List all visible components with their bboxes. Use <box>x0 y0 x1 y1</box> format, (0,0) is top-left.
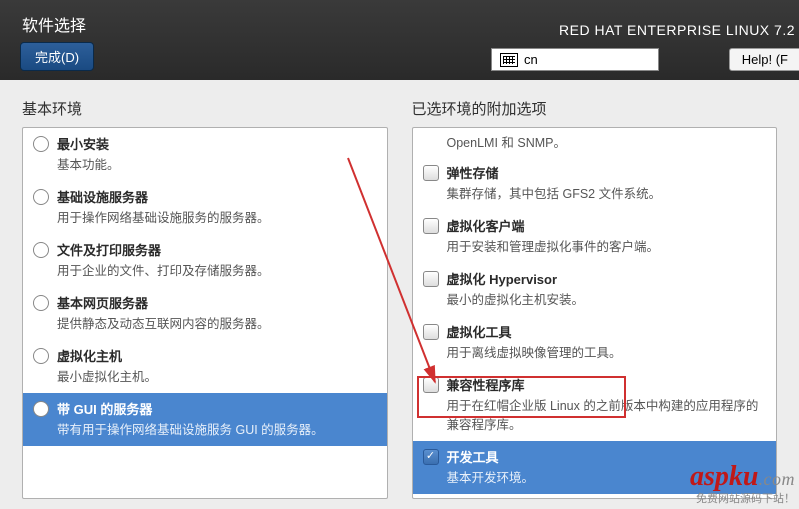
item-title: 基础设施服务器 <box>57 187 377 206</box>
item-desc: 基本功能。 <box>57 154 377 173</box>
top-bar: 软件选择 完成(D) RED HAT ENTERPRISE LINUX 7.2 … <box>0 0 799 80</box>
radio-icon <box>33 189 49 205</box>
checkbox-icon <box>423 449 439 465</box>
addon-item[interactable]: 兼容性程序库用于在红帽企业版 Linux 的之前版本中构建的应用程序的兼容程序库… <box>413 369 777 441</box>
radio-icon <box>33 136 49 152</box>
base-env-item[interactable]: 基本网页服务器提供静态及动态互联网内容的服务器。 <box>23 287 387 340</box>
item-title: 虚拟化工具 <box>447 322 767 341</box>
item-title: 虚拟化客户端 <box>447 216 767 235</box>
keyboard-layout-label: cn <box>524 52 538 67</box>
base-env-item[interactable]: 虚拟化主机最小虚拟化主机。 <box>23 340 387 393</box>
watermark-logo2: .com <box>759 469 796 489</box>
item-desc: 提供静态及动态互联网内容的服务器。 <box>57 313 377 332</box>
addons-panel: OpenLMI 和 SNMP。 弹性存储集群存储，其中包括 GFS2 文件系统。… <box>412 127 778 499</box>
checkbox-icon <box>423 324 439 340</box>
watermark: aspku.com 免费网站源码下站！ <box>690 466 795 506</box>
item-title: 带 GUI 的服务器 <box>57 399 377 418</box>
item-title: 兼容性程序库 <box>447 375 767 394</box>
base-env-heading: 基本环境 <box>22 98 388 119</box>
item-title: 最小安装 <box>57 134 377 153</box>
radio-icon <box>33 242 49 258</box>
page-title: 软件选择 <box>22 12 86 36</box>
radio-icon <box>33 348 49 364</box>
checkbox-icon <box>423 377 439 393</box>
addon-item[interactable]: 弹性存储集群存储，其中包括 GFS2 文件系统。 <box>413 157 777 210</box>
done-button-label: 完成(D) <box>35 50 79 65</box>
item-desc: 用于离线虚拟映像管理的工具。 <box>447 342 767 361</box>
help-button-label: Help! (F <box>742 52 788 67</box>
item-title: 虚拟化主机 <box>57 346 377 365</box>
item-title: 弹性存储 <box>447 163 767 182</box>
watermark-sub: 免费网站源码下站！ <box>690 490 795 506</box>
base-env-item[interactable]: 文件及打印服务器用于企业的文件、打印及存储服务器。 <box>23 234 387 287</box>
addon-item[interactable]: 虚拟化 Hypervisor最小的虚拟化主机安装。 <box>413 263 777 316</box>
content-area: 基本环境 最小安装基本功能。基础设施服务器用于操作网络基础设施服务的服务器。文件… <box>0 80 799 509</box>
addon-partial-desc: OpenLMI 和 SNMP。 <box>413 128 777 157</box>
base-env-item[interactable]: 最小安装基本功能。 <box>23 128 387 181</box>
item-title: 基本网页服务器 <box>57 293 377 312</box>
base-env-panel: 最小安装基本功能。基础设施服务器用于操作网络基础设施服务的服务器。文件及打印服务… <box>22 127 388 499</box>
addon-item[interactable]: 虚拟化客户端用于安装和管理虚拟化事件的客户端。 <box>413 210 777 263</box>
checkbox-icon <box>423 271 439 287</box>
addon-item[interactable]: 虚拟化工具用于离线虚拟映像管理的工具。 <box>413 316 777 369</box>
item-desc: 用于操作网络基础设施服务的服务器。 <box>57 207 377 226</box>
checkbox-icon <box>423 165 439 181</box>
keyboard-icon <box>500 53 518 67</box>
item-desc: 用于在红帽企业版 Linux 的之前版本中构建的应用程序的兼容程序库。 <box>447 395 767 433</box>
item-desc: 用于企业的文件、打印及存储服务器。 <box>57 260 377 279</box>
addons-heading: 已选环境的附加选项 <box>412 98 778 119</box>
checkbox-icon <box>423 218 439 234</box>
item-desc: 用于安装和管理虚拟化事件的客户端。 <box>447 236 767 255</box>
item-desc: 最小虚拟化主机。 <box>57 366 377 385</box>
help-button[interactable]: Help! (F <box>729 48 799 71</box>
base-env-item[interactable]: 带 GUI 的服务器带有用于操作网络基础设施服务 GUI 的服务器。 <box>23 393 387 446</box>
item-desc: 最小的虚拟化主机安装。 <box>447 289 767 308</box>
keyboard-layout-button[interactable]: cn <box>491 48 659 71</box>
watermark-logo1: aspku <box>690 461 758 492</box>
item-title: 文件及打印服务器 <box>57 240 377 259</box>
done-button[interactable]: 完成(D) <box>20 42 94 71</box>
addons-column: 已选环境的附加选项 OpenLMI 和 SNMP。 弹性存储集群存储，其中包括 … <box>412 98 778 499</box>
item-desc: 集群存储，其中包括 GFS2 文件系统。 <box>447 183 767 202</box>
radio-icon <box>33 401 49 417</box>
item-title: 虚拟化 Hypervisor <box>447 269 767 288</box>
brand-label: RED HAT ENTERPRISE LINUX 7.2 <box>559 22 795 38</box>
base-env-item[interactable]: 基础设施服务器用于操作网络基础设施服务的服务器。 <box>23 181 387 234</box>
base-env-column: 基本环境 最小安装基本功能。基础设施服务器用于操作网络基础设施服务的服务器。文件… <box>22 98 388 499</box>
item-desc: 带有用于操作网络基础设施服务 GUI 的服务器。 <box>57 419 377 438</box>
radio-icon <box>33 295 49 311</box>
